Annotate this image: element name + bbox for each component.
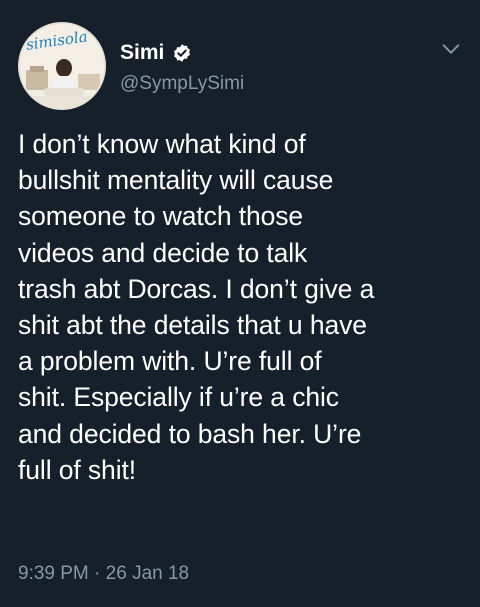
display-name-row: Simi bbox=[120, 40, 244, 66]
avatar[interactable]: simisola bbox=[18, 22, 106, 110]
tweet-time: 9:39 PM bbox=[18, 563, 89, 584]
tweet-timestamp[interactable]: 9:39 PM · 26 Jan 18 bbox=[18, 562, 189, 586]
tweet-text-line: shit. Especially if u’re a chic bbox=[18, 382, 339, 413]
tweet-text-line: shit abt the details that u have bbox=[18, 310, 367, 341]
tweet-text-line: videos and decide to talk bbox=[18, 237, 308, 268]
author-names: Simi @SympLySimi bbox=[120, 40, 244, 96]
handle[interactable]: @SympLySimi bbox=[120, 72, 244, 96]
tweet-text-line: I don’t know what kind of bbox=[18, 129, 306, 159]
tweet-date: 26 Jan 18 bbox=[105, 563, 190, 584]
tweet-text-line: someone to watch those bbox=[18, 201, 304, 232]
tweet-text-line: trash abt Dorcas. I don’t give a bbox=[18, 273, 375, 304]
timestamp-separator: · bbox=[94, 563, 101, 584]
tweet-text-line: and decided to bash her. U’re bbox=[18, 418, 362, 449]
tweet-text-line: a problem with. U’re full of bbox=[18, 346, 322, 377]
avatar-image: simisola bbox=[20, 24, 104, 108]
verified-badge-icon bbox=[174, 44, 191, 62]
display-name[interactable]: Simi bbox=[120, 40, 164, 66]
tweet-header: simisola Simi @SympLySimi bbox=[18, 22, 462, 112]
tweet-text-line: full of shit! bbox=[18, 454, 137, 485]
tweet-text: I don’t know what kind of bullshit menta… bbox=[18, 126, 468, 488]
tweet-card: simisola Simi @SympLySimi I don’t know w… bbox=[0, 0, 480, 607]
chevron-down-icon[interactable] bbox=[440, 38, 462, 60]
tweet-text-line: bullshit mentality will cause bbox=[18, 165, 334, 196]
